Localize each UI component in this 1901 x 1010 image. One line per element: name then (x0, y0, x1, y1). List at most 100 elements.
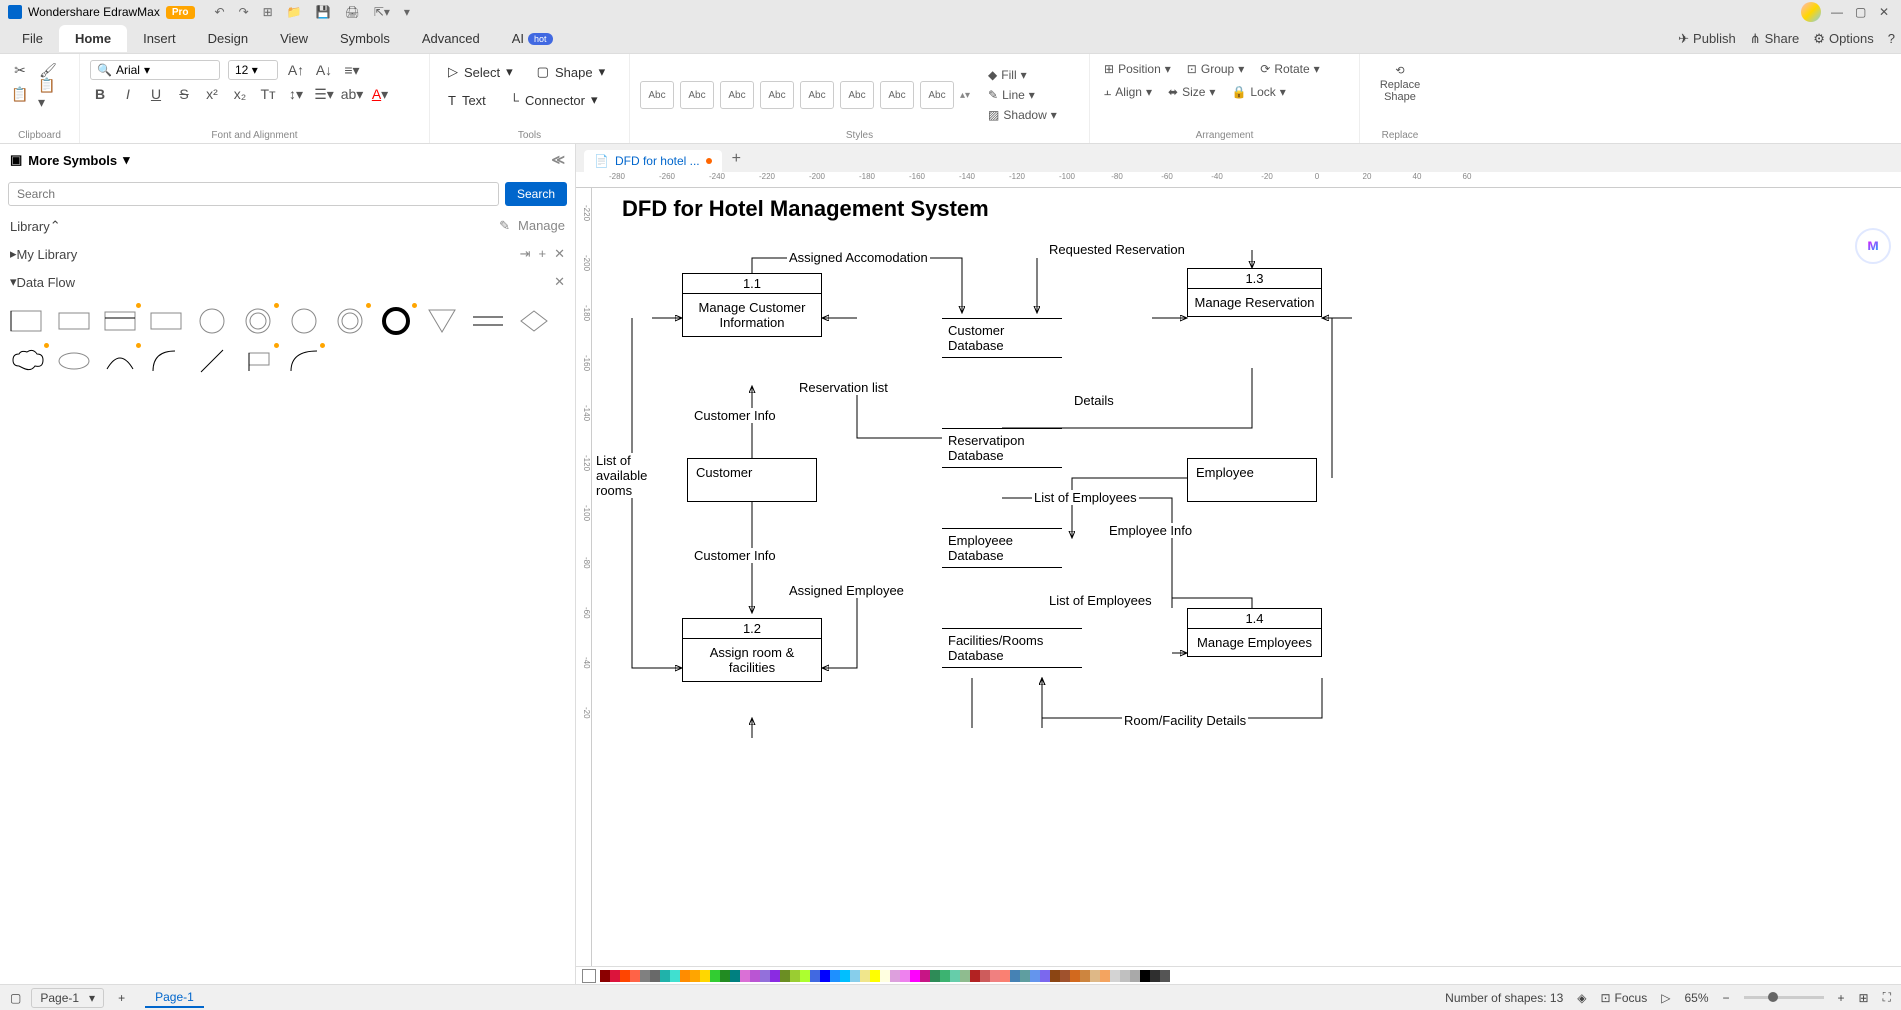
flow-list-emp-2[interactable]: List of Employees (1047, 593, 1154, 608)
shape-datastore-open[interactable] (10, 306, 46, 336)
style-preset-8[interactable]: Abc (920, 81, 954, 109)
color-swatch[interactable] (790, 970, 800, 982)
datastore-customer-db[interactable]: Customer Database (942, 318, 1062, 358)
diagram-title[interactable]: DFD for Hotel Management System (622, 196, 989, 222)
color-swatch[interactable] (880, 970, 890, 982)
tab-file[interactable]: File (6, 25, 59, 52)
color-swatch[interactable] (1110, 970, 1120, 982)
superscript-icon[interactable]: x² (202, 84, 222, 104)
underline-icon[interactable]: U (146, 84, 166, 104)
shape-diamond[interactable] (516, 306, 552, 336)
color-swatch[interactable] (600, 970, 610, 982)
zoom-slider[interactable] (1744, 996, 1824, 999)
color-swatch[interactable] (1130, 970, 1140, 982)
color-swatch[interactable] (970, 970, 980, 982)
add-lib-icon[interactable]: + (539, 246, 547, 262)
document-tab[interactable]: 📄 DFD for hotel ... (584, 150, 722, 172)
style-preset-4[interactable]: Abc (760, 81, 794, 109)
rotate-button[interactable]: ⟳ Rotate▾ (1256, 60, 1323, 78)
import-icon[interactable]: ⇥ (520, 246, 531, 262)
font-size-select[interactable]: 12 ▾ (228, 60, 278, 80)
bullets-icon[interactable]: ☰▾ (314, 84, 334, 104)
highlight-icon[interactable]: ab▾ (342, 84, 362, 104)
shape-line[interactable] (194, 346, 230, 376)
fill-button[interactable]: ◆ Fill ▾ (984, 66, 1061, 84)
color-swatch[interactable] (800, 970, 810, 982)
dataflow-category-label[interactable]: Data Flow (17, 275, 76, 290)
tab-view[interactable]: View (264, 25, 324, 52)
shape-ellipse[interactable] (56, 346, 92, 376)
color-swatch[interactable] (710, 970, 720, 982)
collapse-panel-icon[interactable]: ≪ (551, 152, 565, 168)
color-swatch[interactable] (900, 970, 910, 982)
spacing-icon[interactable]: ↕▾ (286, 84, 306, 104)
shape-arc-r[interactable] (148, 346, 184, 376)
flow-cust-info-1[interactable]: Customer Info (692, 408, 778, 423)
datastore-employee-db[interactable]: Employeee Database (942, 528, 1062, 568)
color-swatch[interactable] (1040, 970, 1050, 982)
position-button[interactable]: ⊞ Position▾ (1100, 60, 1175, 78)
color-swatch[interactable] (720, 970, 730, 982)
color-swatch[interactable] (1010, 970, 1020, 982)
color-swatch[interactable] (750, 970, 760, 982)
color-swatch[interactable] (630, 970, 640, 982)
page-selector[interactable]: Page-1 ▾ (31, 988, 104, 1008)
style-preset-6[interactable]: Abc (840, 81, 874, 109)
shape-lines[interactable] (470, 306, 506, 336)
line-button[interactable]: ✎ Line ▾ (984, 86, 1061, 104)
tab-advanced[interactable]: Advanced (406, 25, 496, 52)
page-tab-1[interactable]: Page-1 (145, 988, 204, 1008)
redo-icon[interactable]: ↷ (239, 5, 249, 19)
close-lib-icon[interactable]: ✕ (554, 246, 565, 262)
share-button[interactable]: ⋔ Share (1750, 31, 1800, 47)
color-swatch[interactable] (670, 970, 680, 982)
add-tab-button[interactable]: + (722, 146, 751, 172)
color-swatch[interactable] (1090, 970, 1100, 982)
page-icon[interactable]: ▢ (10, 991, 21, 1005)
color-swatch[interactable] (700, 970, 710, 982)
flow-cust-info-2[interactable]: Customer Info (692, 548, 778, 563)
fullscreen-button[interactable]: ⛶ (1883, 990, 1891, 1005)
undo-icon[interactable]: ↶ (215, 5, 225, 19)
no-color-swatch[interactable] (582, 969, 596, 983)
color-swatch[interactable] (1000, 970, 1010, 982)
color-swatch[interactable] (890, 970, 900, 982)
font-color-icon[interactable]: A▾ (370, 84, 390, 104)
shape-solid-circle[interactable] (378, 306, 414, 336)
color-swatch[interactable] (830, 970, 840, 982)
publish-button[interactable]: ✈ Publish (1678, 31, 1736, 47)
tab-ai[interactable]: AI hot (496, 25, 569, 52)
manage-label[interactable]: Manage (518, 218, 565, 234)
add-page-button[interactable]: + (118, 991, 125, 1005)
flow-emp-info[interactable]: Employee Info (1107, 523, 1194, 538)
entity-customer[interactable]: Customer (687, 458, 817, 502)
increase-font-icon[interactable]: A↑ (286, 60, 306, 80)
decrease-font-icon[interactable]: A↓ (314, 60, 334, 80)
shape-double-circle[interactable] (240, 306, 276, 336)
color-swatch[interactable] (840, 970, 850, 982)
tab-insert[interactable]: Insert (127, 25, 192, 52)
group-button[interactable]: ⊡ Group▾ (1183, 60, 1248, 78)
save-icon[interactable]: 💾 (316, 5, 331, 19)
color-swatch[interactable] (820, 970, 830, 982)
align-icon[interactable]: ≡▾ (342, 60, 362, 80)
lock-button[interactable]: 🔒 Lock▾ (1227, 83, 1289, 101)
shape-arc[interactable] (102, 346, 138, 376)
tab-design[interactable]: Design (192, 25, 264, 52)
process-1-1[interactable]: 1.1 Manage Customer Information (682, 273, 822, 337)
new-icon[interactable]: ⊞ (263, 5, 273, 19)
case-icon[interactable]: Tᴛ (258, 84, 278, 104)
datastore-facilities-db[interactable]: Facilities/Rooms Database (942, 628, 1082, 668)
shape-process[interactable] (102, 306, 138, 336)
shape-flag[interactable] (240, 346, 276, 376)
color-swatch[interactable] (810, 970, 820, 982)
color-swatch[interactable] (1020, 970, 1030, 982)
color-swatch[interactable] (940, 970, 950, 982)
connector-tool[interactable]: └ Connector ▾ (502, 88, 606, 112)
zoom-in-button[interactable]: + (1838, 991, 1845, 1005)
style-preset-7[interactable]: Abc (880, 81, 914, 109)
color-swatch[interactable] (860, 970, 870, 982)
shape-tool[interactable]: ▢ Shape ▾ (529, 60, 613, 84)
entity-employee[interactable]: Employee (1187, 458, 1317, 502)
color-swatch[interactable] (1140, 970, 1150, 982)
